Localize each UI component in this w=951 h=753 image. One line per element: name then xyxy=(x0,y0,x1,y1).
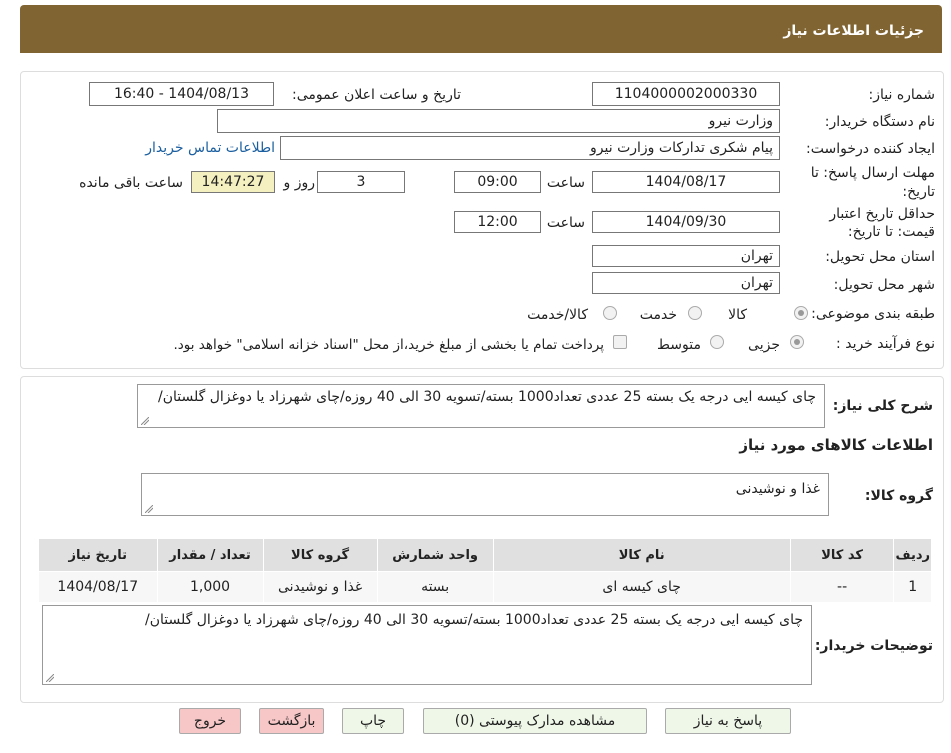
buyer-notes-label: توضیحات خریدار: xyxy=(814,638,933,654)
process-radio-minor[interactable] xyxy=(790,335,804,349)
col-unit: واحد شمارش xyxy=(376,538,494,572)
announce-date-label: تاریخ و ساعت اعلان عمومی: xyxy=(292,87,461,103)
deadline-time-label: ساعت xyxy=(546,175,585,191)
exit-button[interactable]: خروج xyxy=(179,708,241,734)
resize-grip-icon[interactable] xyxy=(141,417,149,425)
requester-field: پیام شکری تدارکات وزارت نیرو xyxy=(280,136,780,160)
process-label: نوع فرآیند خرید : xyxy=(836,336,935,352)
process-option-medium: متوسط xyxy=(657,337,701,353)
validity-date-field: 1404/09/30 xyxy=(592,211,780,233)
cell-unit: بسته xyxy=(376,571,494,603)
validity-label-line2: قیمت: تا تاریخ: xyxy=(847,224,935,240)
col-goods-name: نام کالا xyxy=(492,538,791,572)
cell-need-date: 1404/08/17 xyxy=(38,571,158,603)
category-option-service: خدمت xyxy=(639,307,677,323)
deadline-date-field: 1404/08/17 xyxy=(592,171,780,193)
goods-group-textarea: غذا و نوشیدنی xyxy=(141,473,829,516)
print-button[interactable]: چاپ xyxy=(342,708,404,734)
requester-label: ایجاد کننده درخواست: xyxy=(806,141,935,157)
validity-time-field: 12:00 xyxy=(454,211,541,233)
city-label: شهر محل تحویل: xyxy=(833,277,935,293)
city-field: تهران xyxy=(592,272,780,294)
cell-row-number: 1 xyxy=(893,571,932,603)
deadline-time-field: 09:00 xyxy=(454,171,541,193)
col-quantity: تعداد / مقدار xyxy=(156,538,264,572)
goods-table: ردیف کد کالا نام کالا واحد شمارش گروه کا… xyxy=(38,538,932,603)
col-row-number: ردیف xyxy=(893,538,932,572)
category-option-goods: کالا xyxy=(728,307,747,323)
col-need-date: تاریخ نیاز xyxy=(38,538,158,572)
validity-time-label: ساعت xyxy=(546,215,585,231)
remaining-days-field: 3 xyxy=(317,171,405,193)
cell-goods-code: -- xyxy=(789,571,895,603)
description-label: شرح کلی نیاز: xyxy=(832,398,933,414)
process-option-minor: جزیی xyxy=(748,337,780,353)
resize-grip-icon[interactable] xyxy=(46,674,54,682)
buyer-org-field: وزارت نیرو xyxy=(217,109,780,133)
process-radio-medium[interactable] xyxy=(710,335,724,349)
goods-table-header: ردیف کد کالا نام کالا واحد شمارش گروه کا… xyxy=(38,538,932,572)
deadline-label: مهلت ارسال پاسخ: تا xyxy=(810,165,935,181)
reply-button[interactable]: پاسخ به نیاز xyxy=(665,708,791,734)
deadline-label-line2: تاریخ: xyxy=(902,184,935,200)
page-title: جزئیات اطلاعات نیاز xyxy=(783,23,924,39)
cell-goods-name: چای کیسه ای xyxy=(492,571,791,603)
announce-date-field: 1404/08/13 - 16:40 xyxy=(89,82,274,106)
treasury-bonds-note: پرداخت تمام یا بخشی از مبلغ خرید،از محل … xyxy=(173,337,604,353)
need-number-field: 1104000002000330 xyxy=(592,82,780,106)
remaining-time-field: 14:47:27 xyxy=(191,171,275,193)
days-label: روز و xyxy=(283,175,316,191)
category-option-goods-service: کالا/خدمت xyxy=(527,307,588,323)
goods-section-title: اطلاعات کالاهای مورد نیاز xyxy=(739,436,933,454)
category-radio-service[interactable] xyxy=(688,306,702,320)
col-goods-code: کد کالا xyxy=(789,538,895,572)
description-text: چای کیسه ایی درجه یک بسته 25 عددی تعداد1… xyxy=(158,389,816,405)
description-textarea: چای کیسه ایی درجه یک بسته 25 عددی تعداد1… xyxy=(137,384,825,428)
category-radio-goods-service[interactable] xyxy=(603,306,617,320)
category-label: طبقه بندی موضوعی: xyxy=(811,306,935,322)
buyer-notes-textarea: چای کیسه ایی درجه یک بسته 25 عددی تعداد1… xyxy=(42,605,812,685)
goods-group-label: گروه کالا: xyxy=(864,488,933,504)
validity-label: حداقل تاریخ اعتبار xyxy=(829,206,935,222)
treasury-bonds-checkbox[interactable] xyxy=(613,335,627,349)
goods-group-value: غذا و نوشیدنی xyxy=(735,481,820,497)
remaining-time-label: ساعت باقی مانده xyxy=(79,175,183,191)
buyer-notes-text: چای کیسه ایی درجه یک بسته 25 عددی تعداد1… xyxy=(145,612,803,628)
col-goods-group: گروه کالا xyxy=(262,538,378,572)
page-header: جزئیات اطلاعات نیاز xyxy=(20,5,942,53)
resize-grip-icon[interactable] xyxy=(145,505,153,513)
need-number-label: شماره نیاز: xyxy=(868,87,936,103)
province-field: تهران xyxy=(592,245,780,267)
back-button[interactable]: بازگشت xyxy=(259,708,324,734)
province-label: استان محل تحویل: xyxy=(825,249,935,265)
cell-goods-group: غذا و نوشیدنی xyxy=(262,571,378,603)
cell-quantity: 1,000 xyxy=(156,571,264,603)
attachments-button[interactable]: مشاهده مدارک پیوستی (0) xyxy=(423,708,647,734)
table-row: 1 -- چای کیسه ای بسته غذا و نوشیدنی 1,00… xyxy=(38,571,932,603)
buyer-contact-link[interactable]: اطلاعات تماس خریدار xyxy=(145,140,275,156)
buyer-org-label: نام دستگاه خریدار: xyxy=(824,114,935,130)
category-radio-goods[interactable] xyxy=(794,306,808,320)
